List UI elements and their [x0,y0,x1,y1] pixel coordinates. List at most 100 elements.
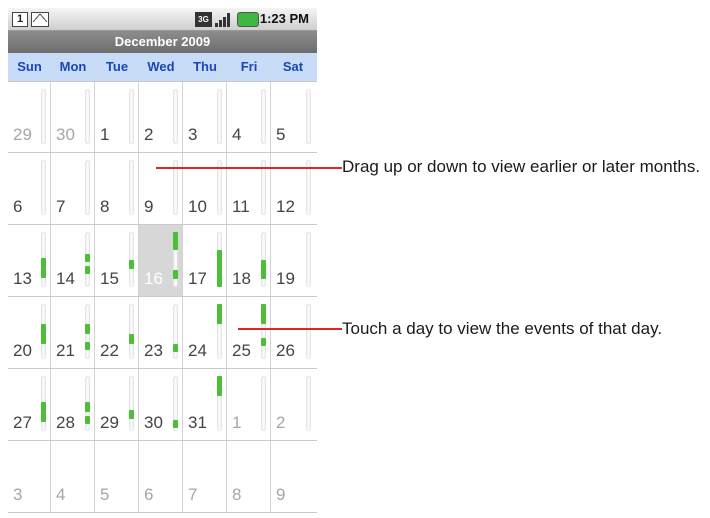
day-cell[interactable]: 1 [227,369,271,440]
day-cell[interactable]: 25 [227,297,271,368]
weekday-header: Sun Mon Tue Wed Thu Fri Sat [8,53,317,81]
event-marker [85,342,90,350]
day-cell[interactable]: 30 [139,369,183,440]
day-number: 4 [232,125,242,144]
event-track [306,376,311,431]
day-number: 30 [144,413,163,432]
day-cell[interactable]: 5 [95,441,139,512]
day-cell[interactable]: 21 [51,297,95,368]
day-number: 13 [13,269,32,288]
event-track [217,376,222,431]
month-grid[interactable]: 29 30 1 2 3 4 5 6 7 8 9 10 11 12 13 14 1… [8,81,317,513]
day-cell[interactable]: 6 [139,441,183,512]
day-cell[interactable]: 19 [271,225,315,296]
weekday-wed: Wed [147,59,175,74]
event-marker [85,402,90,412]
day-number: 2 [276,413,286,432]
event-marker [85,266,90,274]
event-track [173,89,178,144]
day-cell[interactable]: 14 [51,225,95,296]
day-cell[interactable]: 22 [95,297,139,368]
day-cell[interactable]: 4 [227,82,271,152]
day-number: 2 [144,125,154,144]
day-number: 3 [13,485,23,504]
day-number: 20 [13,341,32,360]
day-number: 6 [13,197,23,216]
event-marker [129,410,134,419]
event-track [306,89,311,144]
day-cell[interactable]: 18 [227,225,271,296]
day-number: 5 [276,125,286,144]
status-time: 1:23 PM [259,11,309,26]
day-cell[interactable]: 29 [8,82,51,152]
day-cell[interactable]: 8 [227,441,271,512]
day-cell[interactable]: 9 [271,441,315,512]
event-marker [261,304,266,324]
day-number: 31 [188,413,207,432]
event-marker [129,334,134,344]
day-cell[interactable]: 6 [8,153,51,224]
week-row: 13 14 15 16 17 18 19 [8,225,317,297]
day-number: 19 [276,269,295,288]
day-cell[interactable]: 28 [51,369,95,440]
day-number: 1 [100,125,110,144]
day-number: 30 [56,125,75,144]
event-track [129,232,134,287]
day-cell[interactable]: 23 [139,297,183,368]
event-track [41,89,46,144]
day-cell-selected[interactable]: 16 [139,225,183,296]
event-track [85,304,90,359]
event-track [217,232,222,287]
weekday-fri: Fri [240,59,258,74]
day-cell[interactable]: 10 [183,153,227,224]
day-number: 23 [144,341,163,360]
day-cell[interactable]: 24 [183,297,227,368]
event-track [261,232,266,287]
phone-screen: 1 3G 1:23 PM December 2009 Sun Mon Tue W… [8,8,317,518]
event-marker [173,420,178,428]
day-cell[interactable]: 3 [183,82,227,152]
event-track [85,232,90,287]
event-marker [41,324,46,344]
status-bar: 1 3G 1:23 PM [8,8,317,31]
event-marker [173,344,178,352]
weekday-tue: Tue [105,59,129,74]
week-row: 20 21 22 23 24 25 26 [8,297,317,369]
day-cell[interactable]: 2 [139,82,183,152]
day-cell[interactable]: 2 [271,369,315,440]
week-row: 29 30 1 2 3 4 5 [8,81,317,153]
day-cell[interactable]: 29 [95,369,139,440]
day-number: 14 [56,269,75,288]
day-cell[interactable]: 7 [51,153,95,224]
day-number: 27 [13,413,32,432]
day-cell[interactable]: 31 [183,369,227,440]
day-cell[interactable]: 8 [95,153,139,224]
day-number: 11 [232,197,250,216]
day-cell[interactable]: 1 [95,82,139,152]
day-cell[interactable]: 9 [139,153,183,224]
event-marker [85,324,90,334]
day-cell[interactable]: 3 [8,441,51,512]
day-cell[interactable]: 27 [8,369,51,440]
day-cell[interactable]: 15 [95,225,139,296]
day-cell[interactable]: 5 [271,82,315,152]
event-track [306,232,311,287]
day-number: 7 [188,485,198,504]
day-cell[interactable]: 4 [51,441,95,512]
day-number: 10 [188,197,207,216]
day-cell[interactable]: 11 [227,153,271,224]
day-cell[interactable]: 20 [8,297,51,368]
event-track [85,376,90,431]
day-cell[interactable]: 26 [271,297,315,368]
day-cell[interactable]: 12 [271,153,315,224]
day-cell[interactable]: 17 [183,225,227,296]
event-track [41,376,46,431]
day-cell[interactable]: 7 [183,441,227,512]
day-number: 8 [100,197,110,216]
weekday-mon: Mon [59,59,87,74]
event-marker [217,376,222,396]
event-track [261,376,266,431]
event-track [41,232,46,287]
day-cell[interactable]: 30 [51,82,95,152]
day-cell[interactable]: 13 [8,225,51,296]
